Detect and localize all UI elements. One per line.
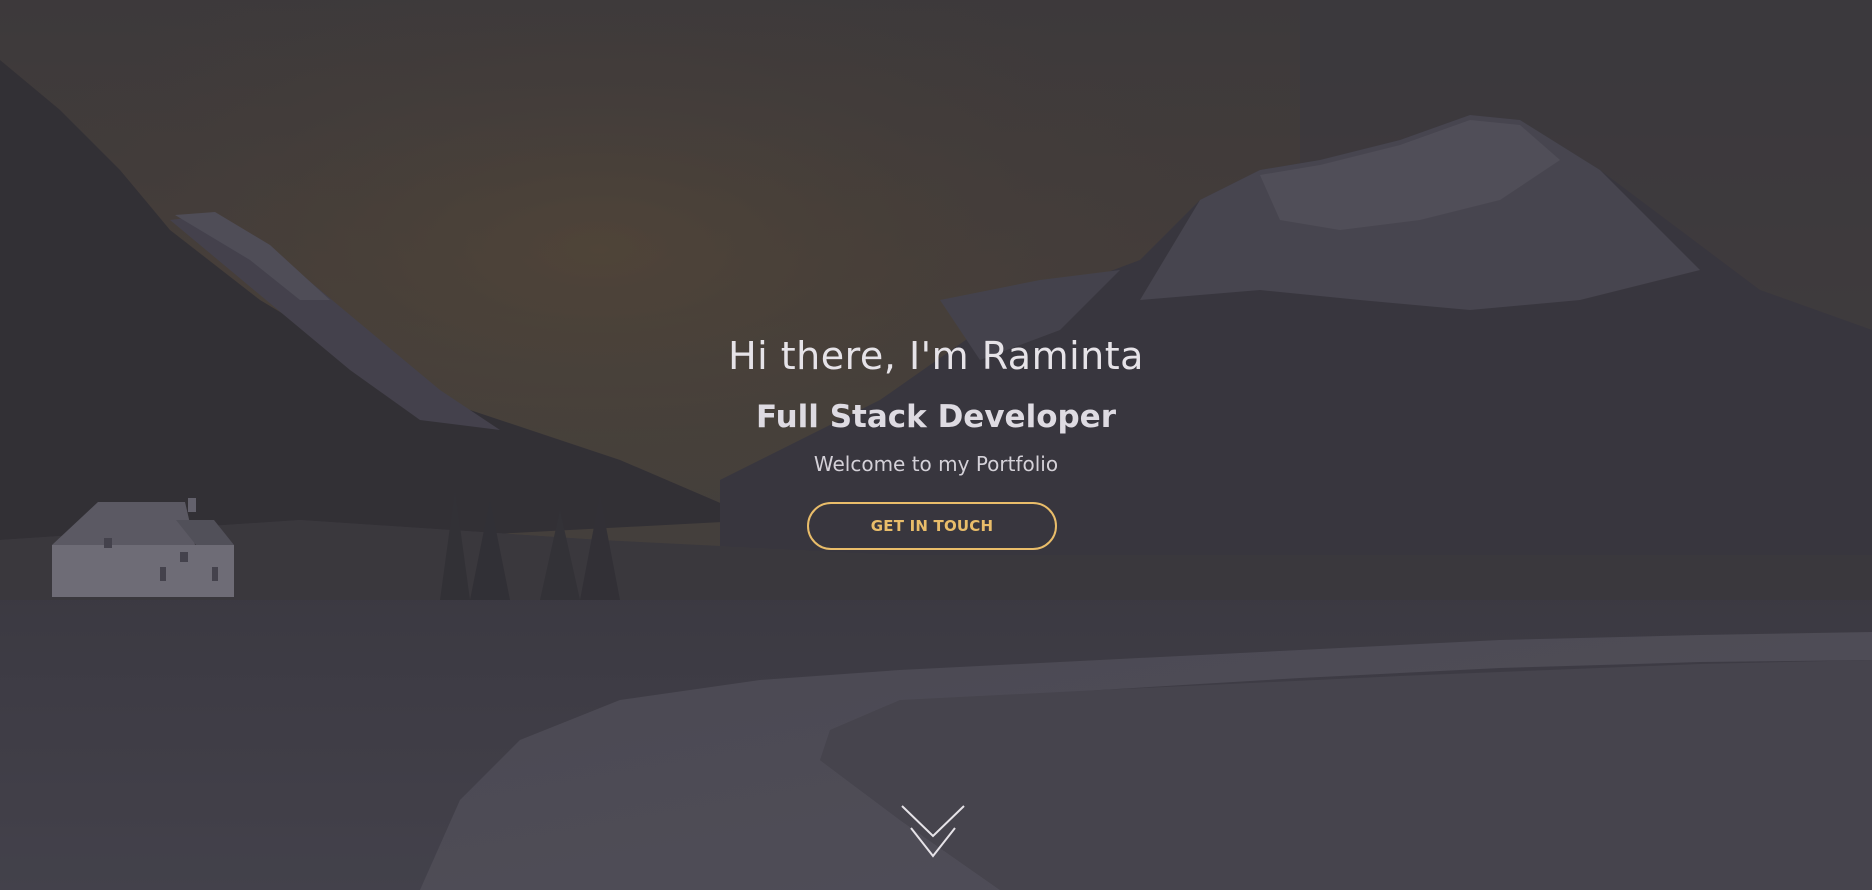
- hero-welcome-text: Welcome to my Portfolio: [813, 452, 1059, 476]
- hero-role: Full Stack Developer: [755, 399, 1116, 435]
- hero-heading: Hi there, I'm Raminta: [728, 334, 1144, 378]
- chevron-double-down-icon[interactable]: [900, 802, 966, 862]
- get-in-touch-button[interactable]: GET IN TOUCH: [807, 502, 1057, 550]
- hero-content: Hi there, I'm Raminta Full Stack Develop…: [0, 0, 1872, 890]
- hero-section: Hi there, I'm Raminta Full Stack Develop…: [0, 0, 1872, 890]
